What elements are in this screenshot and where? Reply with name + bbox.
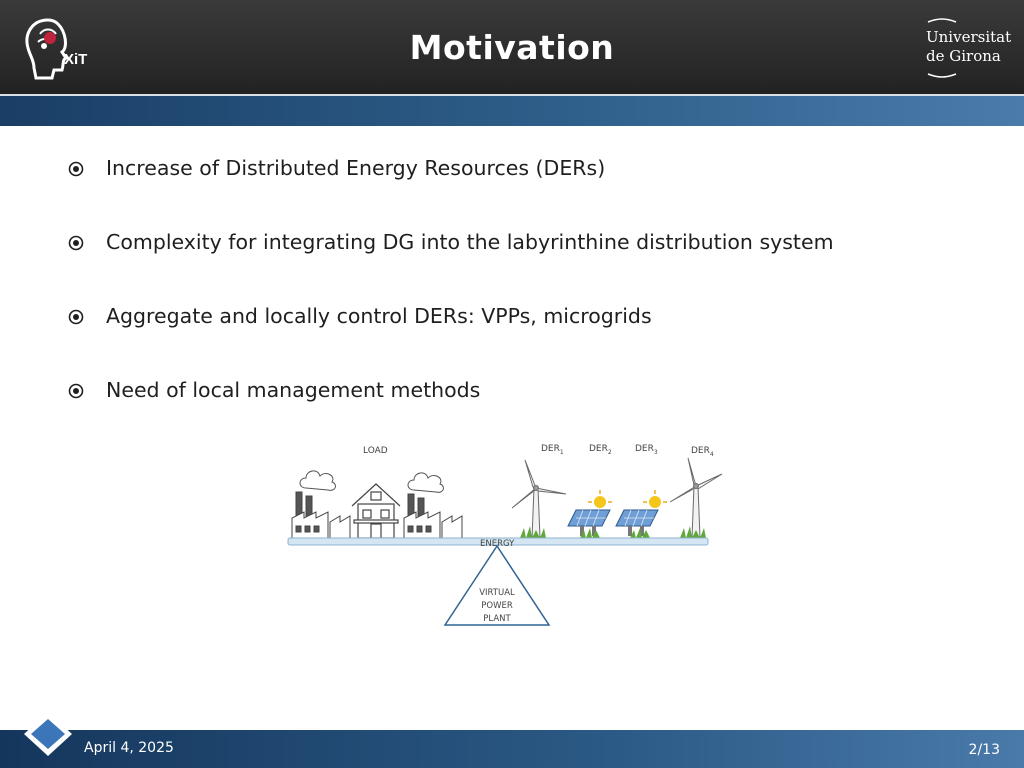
bullet-text: Need of local management methods xyxy=(106,378,481,402)
der-2-label: DER2 xyxy=(589,444,612,456)
load-label: LOAD xyxy=(363,446,388,456)
bullet-item: Aggregate and locally control DERs: VPPs… xyxy=(62,298,962,372)
wind-turbine-icon xyxy=(669,457,723,539)
wind-turbine-icon xyxy=(511,459,567,539)
slide-footer: April 4, 2025 2/13 xyxy=(0,730,1024,768)
bullet-text: Aggregate and locally control DERs: VPPs… xyxy=(106,304,652,328)
logo-line-2: de Girona xyxy=(926,47,1001,65)
vpp-scale-diagram: LOAD DER1 DER2 DER3 DER4 ENERGY VIRTUAL … xyxy=(287,444,723,626)
der-3-label: DER3 xyxy=(635,444,658,456)
bullet-text: Increase of Distributed Energy Resources… xyxy=(106,156,606,180)
page-title: Motivation xyxy=(409,28,615,67)
bullet-text: Complexity for integrating DG into the l… xyxy=(106,230,834,254)
solar-panel-icon xyxy=(615,490,667,536)
vpp-label-line-2: POWER xyxy=(481,601,513,611)
bullet-item: Increase of Distributed Energy Resources… xyxy=(62,150,962,224)
circled-dot-icon xyxy=(68,383,84,399)
footer-date: April 4, 2025 xyxy=(84,740,174,756)
house-icon xyxy=(351,483,401,539)
logo-line-1: Universitat xyxy=(926,28,1012,46)
header-accent-bar xyxy=(0,94,1024,126)
bullet-item: Complexity for integrating DG into the l… xyxy=(62,224,962,298)
vpp-illustration: LOAD DER1 DER2 DER3 DER4 ENERGY VIRTUAL … xyxy=(280,432,730,632)
der-4-label: DER4 xyxy=(691,446,714,458)
page-number: 2/13 xyxy=(968,742,1000,758)
der-1-label: DER1 xyxy=(541,444,564,456)
universitat-de-girona-logo: Universitat de Girona xyxy=(918,16,1022,82)
factory-icon xyxy=(403,493,463,539)
circled-dot-icon xyxy=(68,161,84,177)
diamond-icon xyxy=(24,712,72,756)
slide-header: XiT Motivation Universitat de Girona xyxy=(0,0,1024,94)
circled-dot-icon xyxy=(68,235,84,251)
grass-icon xyxy=(520,526,706,538)
vpp-label-line-1: VIRTUAL xyxy=(479,588,515,598)
circled-dot-icon xyxy=(68,309,84,325)
vpp-label-line-3: PLANT xyxy=(483,614,511,624)
bullet-list: Increase of Distributed Energy Resources… xyxy=(62,150,962,446)
factory-icon xyxy=(291,491,351,539)
